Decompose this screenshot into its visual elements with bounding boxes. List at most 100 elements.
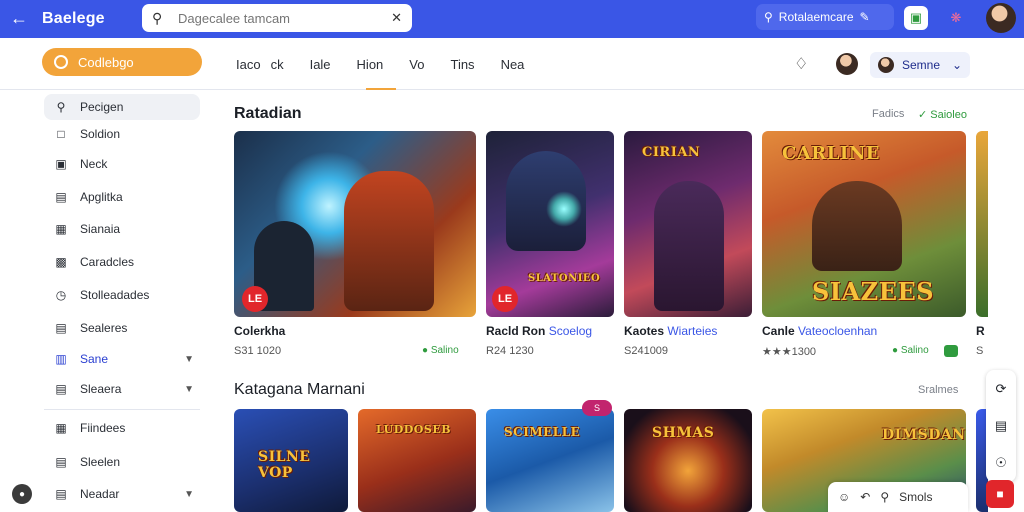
bar-chart-icon: ▥ — [55, 352, 67, 366]
game-card-image[interactable] — [976, 131, 988, 317]
tab-1[interactable]: Iaco — [230, 38, 267, 90]
card-title-main: Kaotes — [624, 324, 665, 338]
sidebar-item-2[interactable]: □ Soldion — [44, 121, 200, 147]
search-input[interactable] — [178, 10, 392, 26]
account-dropdown[interactable]: Semne ⌄ — [870, 52, 970, 78]
section-link-green[interactable]: ✓ Saioleo — [918, 108, 967, 121]
app-fab-button[interactable]: ■ — [986, 480, 1014, 508]
game-card-image[interactable]: CARLINE SIAZEES — [762, 131, 966, 317]
game-card-image[interactable]: CIRIAN — [624, 131, 752, 317]
game-art-text: SCIMELLE — [504, 425, 581, 439]
sidebar-item-7[interactable]: ◷ Stolleadades — [44, 282, 200, 308]
top-bar: ← Baelege ⚲ ✕ ⚲ Rotalaemcare ✎ ▣ ❋ — [0, 0, 1024, 38]
share-icon[interactable]: ↶ — [860, 490, 870, 504]
search-box[interactable]: ⚲ ✕ — [142, 4, 412, 32]
game-card-image[interactable]: SILNE VOP — [234, 409, 348, 512]
sidebar-item-9[interactable]: ▥ Sane ▼ — [44, 346, 200, 372]
section-link[interactable]: Fadics — [872, 108, 904, 120]
card-status-label: Salino — [430, 345, 459, 356]
search-icon[interactable]: ⚲ — [880, 490, 889, 504]
tab-3[interactable]: Iale — [304, 38, 396, 90]
sidebar-item-4[interactable]: ▤ Apglitka — [44, 184, 200, 210]
search-icon: ⚲ — [764, 10, 773, 24]
sidebar-item-5[interactable]: ▦ Sianaia — [44, 216, 200, 242]
ribbon-badge: S — [582, 400, 612, 416]
card-title[interactable]: Colerkha — [234, 324, 285, 338]
game-art-text: LUDDOSEB — [376, 423, 452, 436]
card-title-main: Colerkha — [234, 324, 286, 338]
game-card-image[interactable]: LUDDOSEB — [358, 409, 476, 512]
table-icon: ▦ — [55, 421, 67, 435]
refresh-icon[interactable]: ⟳ — [996, 381, 1007, 397]
game-card-image[interactable] — [234, 131, 476, 317]
small-avatar[interactable] — [836, 53, 858, 75]
user-avatar[interactable] — [986, 3, 1016, 33]
character-figure — [654, 181, 724, 311]
sidebar-item-label: Sane — [80, 352, 109, 366]
target-icon[interactable]: ☉ — [995, 455, 1007, 471]
game-card-image[interactable]: SHMAS — [624, 409, 752, 512]
card-title[interactable]: Kaotes Wiarteies — [624, 324, 717, 338]
theme-toggle-button[interactable]: ● — [12, 484, 32, 504]
sidebar-item-10[interactable]: ▤ Sleaera ▼ — [44, 376, 200, 402]
chevron-down-icon: ▼ — [184, 353, 194, 365]
text-icon[interactable]: ▤ — [995, 418, 1007, 434]
card-title-main: Canle — [762, 324, 795, 338]
status-badge — [944, 345, 958, 357]
character-figure — [344, 171, 434, 311]
chevron-down-icon: ⌄ — [951, 58, 962, 72]
card-title[interactable]: Racld Ron Scoelog — [486, 324, 592, 338]
sidebar-item-1[interactable]: ⚲ Pecigen — [44, 94, 200, 120]
sidebar-item-13[interactable]: ▤ Neadar ▼ — [44, 481, 200, 507]
book-icon: ▤ — [55, 382, 67, 396]
sidebar-item-11[interactable]: ▦ Fiindees — [44, 415, 200, 441]
card-meta: R24 1230 — [486, 345, 534, 357]
card-meta: ★★★1300 — [762, 346, 817, 358]
section-link[interactable]: Sralmes — [918, 384, 958, 396]
red-badge-icon: LE — [242, 286, 268, 312]
coin-icon — [54, 55, 68, 69]
search-icon: ⚲ — [152, 9, 163, 26]
calendar-icon: ▤ — [55, 487, 67, 501]
sidebar-item-3[interactable]: ▣ Neck — [44, 151, 200, 177]
sidebar-item-6[interactable]: ▩ Caradcles — [44, 249, 200, 275]
sidebar-item-label: Sleelen — [80, 455, 121, 469]
section-title: Katagana Marnani — [234, 381, 365, 398]
category-button-label: Codlebgo — [78, 54, 134, 70]
sidebar-item-8[interactable]: ▤ Sealeres — [44, 315, 200, 341]
card-title[interactable]: Canle Vateocloenhan — [762, 324, 877, 338]
close-icon[interactable]: ✕ — [391, 10, 402, 26]
search-pill[interactable]: ⚲ Rotalaemcare ✎ — [756, 4, 894, 30]
card-meta: S241009 — [624, 345, 669, 357]
emoji-icon[interactable]: ☺ — [838, 490, 850, 504]
tab-6[interactable]: Tins — [444, 38, 480, 90]
account-avatar — [878, 57, 894, 73]
folder-icon: □ — [57, 127, 65, 141]
document-icon: ▤ — [55, 190, 67, 204]
shield-icon: ▤ — [55, 455, 67, 469]
section-title: Ratadian — [234, 105, 302, 122]
red-badge-icon: LE — [492, 286, 518, 312]
back-button[interactable]: ← — [4, 4, 34, 32]
glow-decoration — [546, 191, 582, 227]
floating-toolbar: ⟳ ▤ ☉ — [986, 370, 1016, 482]
gallery-icon[interactable]: ▣ — [904, 6, 928, 30]
sidebar-item-12[interactable]: ▤ Sleelen — [44, 449, 200, 475]
app-title: Baelege — [42, 10, 105, 27]
bell-icon[interactable]: ♢ — [794, 54, 808, 74]
sidebar-item-label: Stolleadades — [80, 288, 150, 302]
card-title[interactable]: R — [976, 324, 985, 338]
game-art-text: CARLINE — [782, 143, 880, 164]
game-card-image[interactable]: SCIMELLE — [486, 409, 614, 512]
bottom-bar-label[interactable]: Smols — [899, 490, 932, 504]
tab-7[interactable]: Nea — [495, 38, 531, 90]
list-icon: ▤ — [55, 321, 67, 335]
chevron-down-icon: ▼ — [184, 383, 194, 395]
gear-icon[interactable]: ❋ — [944, 6, 968, 30]
tab-4[interactable]: Hion — [351, 38, 390, 90]
section-link-green-label: Saioleo — [930, 109, 967, 121]
category-button[interactable]: Codlebgo — [42, 48, 202, 76]
tab-2[interactable]: ck — [265, 38, 290, 90]
tab-5[interactable]: Vo — [403, 38, 430, 90]
sidebar-item-label: Apglitka — [80, 190, 123, 204]
